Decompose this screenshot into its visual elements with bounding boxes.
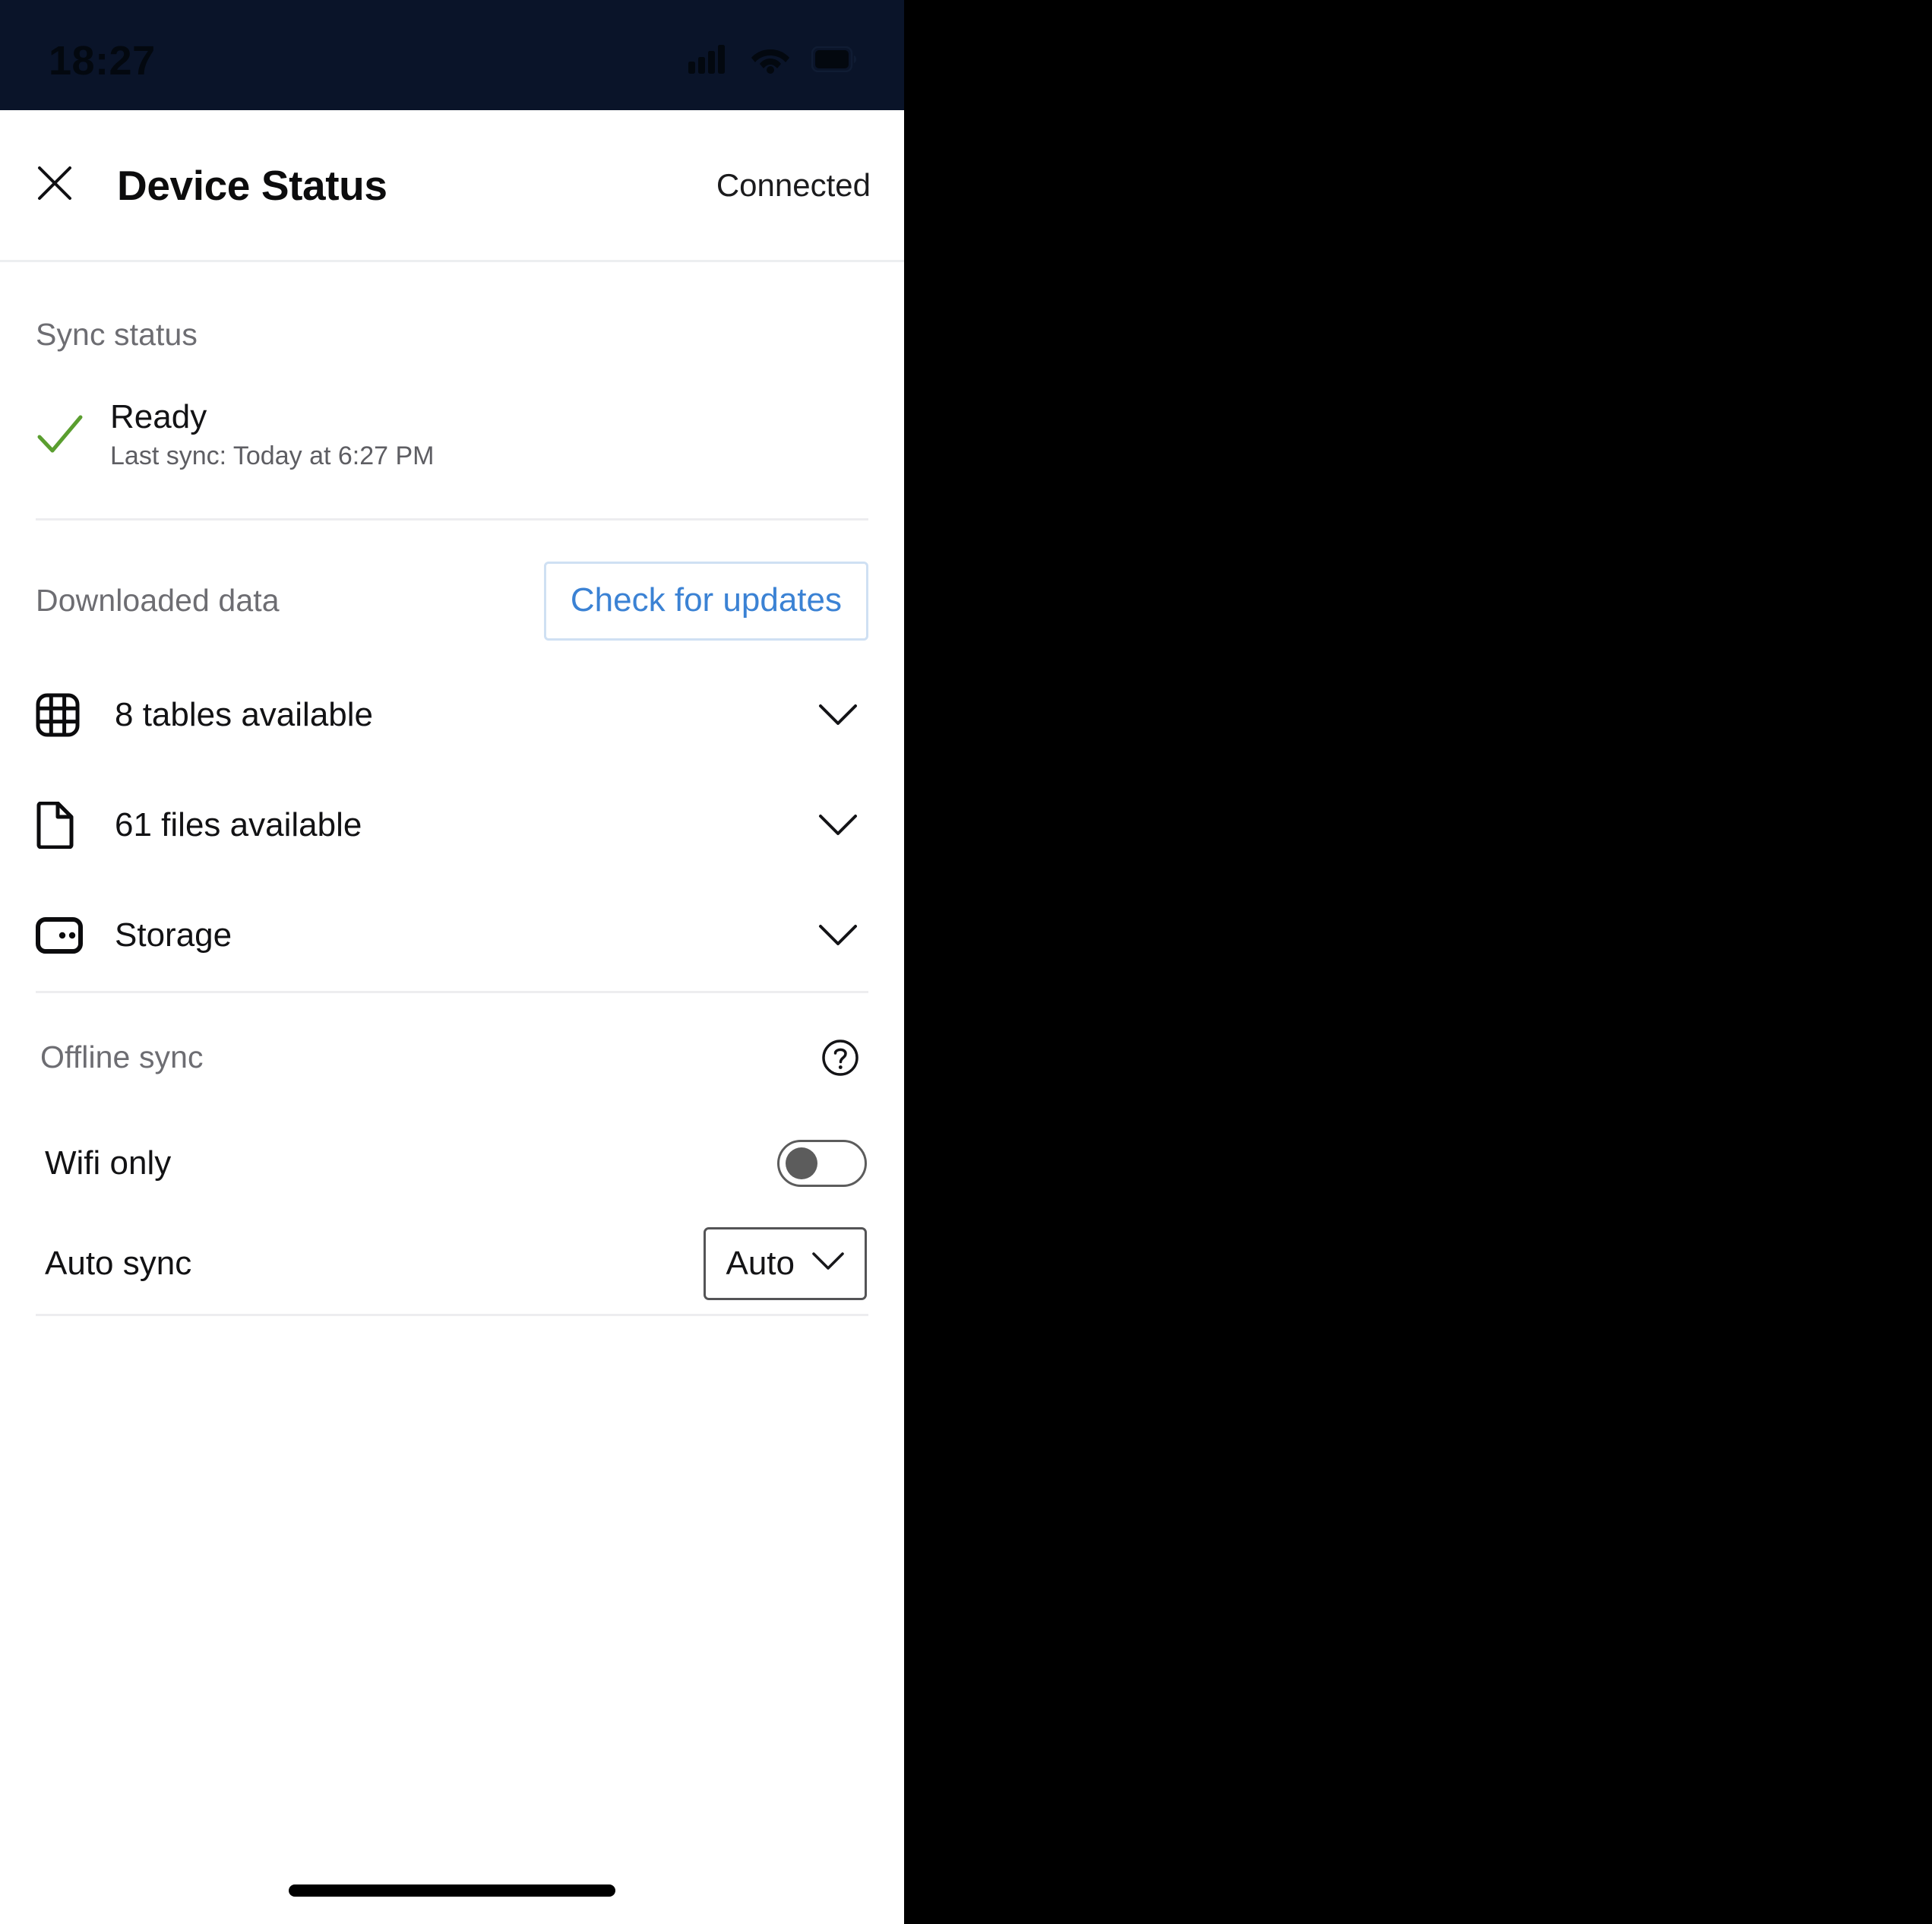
offline-sync-label: Offline sync [40, 1040, 204, 1075]
auto-sync-value: Auto [726, 1244, 795, 1282]
sync-status-section: Sync status Ready Last sync: Today at 6:… [36, 262, 868, 521]
wifi-icon [751, 45, 790, 78]
offline-sync-section: Offline sync Wifi only Auto sync Auto [36, 993, 868, 1316]
page-title: Device Status [117, 161, 387, 209]
data-row-files[interactable]: 61 files available [36, 771, 868, 881]
device-status-panel: 18:27 Device Status Connected Sync statu… [0, 0, 904, 1924]
cellular-signal-icon [688, 45, 729, 78]
chevron-down-icon [811, 1252, 845, 1275]
auto-sync-select[interactable]: Auto [704, 1226, 867, 1300]
data-row-label: Storage [115, 916, 232, 954]
help-circle-icon[interactable] [815, 1033, 865, 1083]
data-row-label: 61 files available [115, 806, 362, 844]
sync-status-row: Ready Last sync: Today at 6:27 PM [36, 398, 868, 518]
wifi-only-label: Wifi only [45, 1144, 172, 1182]
data-row-label: 8 tables available [115, 696, 374, 734]
chevron-down-icon[interactable] [815, 704, 868, 726]
chevron-down-icon[interactable] [815, 814, 868, 837]
auto-sync-label: Auto sync [45, 1244, 192, 1282]
close-icon [35, 163, 74, 207]
sync-state-text: Ready [110, 398, 207, 435]
system-status-bar: 18:27 [0, 0, 904, 110]
setting-row-auto-sync: Auto sync Auto [36, 1214, 868, 1314]
close-button[interactable] [23, 153, 87, 217]
storage-drive-icon [36, 917, 90, 954]
file-document-icon [36, 802, 90, 850]
sync-status-texts: Ready Last sync: Today at 6:27 PM [110, 398, 435, 471]
setting-row-wifi-only: Wifi only [36, 1113, 868, 1214]
toggle-knob [786, 1147, 817, 1179]
panel-content: Sync status Ready Last sync: Today at 6:… [0, 262, 904, 1316]
check-for-updates-button[interactable]: Check for updates [543, 561, 868, 641]
panel-header: Device Status Connected [0, 110, 904, 262]
auto-sync-control: Auto [704, 1226, 868, 1300]
downloaded-data-label: Downloaded data [36, 583, 280, 619]
data-row-tables[interactable]: 8 tables available [36, 660, 868, 771]
last-sync-text: Last sync: Today at 6:27 PM [110, 441, 435, 471]
battery-icon [811, 46, 858, 76]
status-bar-icons [688, 33, 858, 78]
connection-status-text: Connected [716, 166, 871, 203]
downloaded-data-header: Downloaded data Check for updates [36, 521, 868, 660]
sync-status-label: Sync status [36, 317, 198, 352]
table-grid-icon [36, 693, 90, 737]
divider [36, 1313, 868, 1316]
data-row-storage[interactable]: Storage [36, 881, 868, 991]
offline-sync-header: Offline sync [36, 993, 868, 1113]
home-indicator [289, 1884, 615, 1897]
check-icon [36, 413, 89, 457]
chevron-down-icon[interactable] [815, 924, 868, 947]
downloaded-data-section: Downloaded data Check for updates 8 tabl… [36, 521, 868, 993]
wifi-only-toggle[interactable] [777, 1139, 867, 1187]
wifi-only-control [777, 1139, 868, 1187]
status-bar-clock: 18:27 [49, 37, 156, 84]
